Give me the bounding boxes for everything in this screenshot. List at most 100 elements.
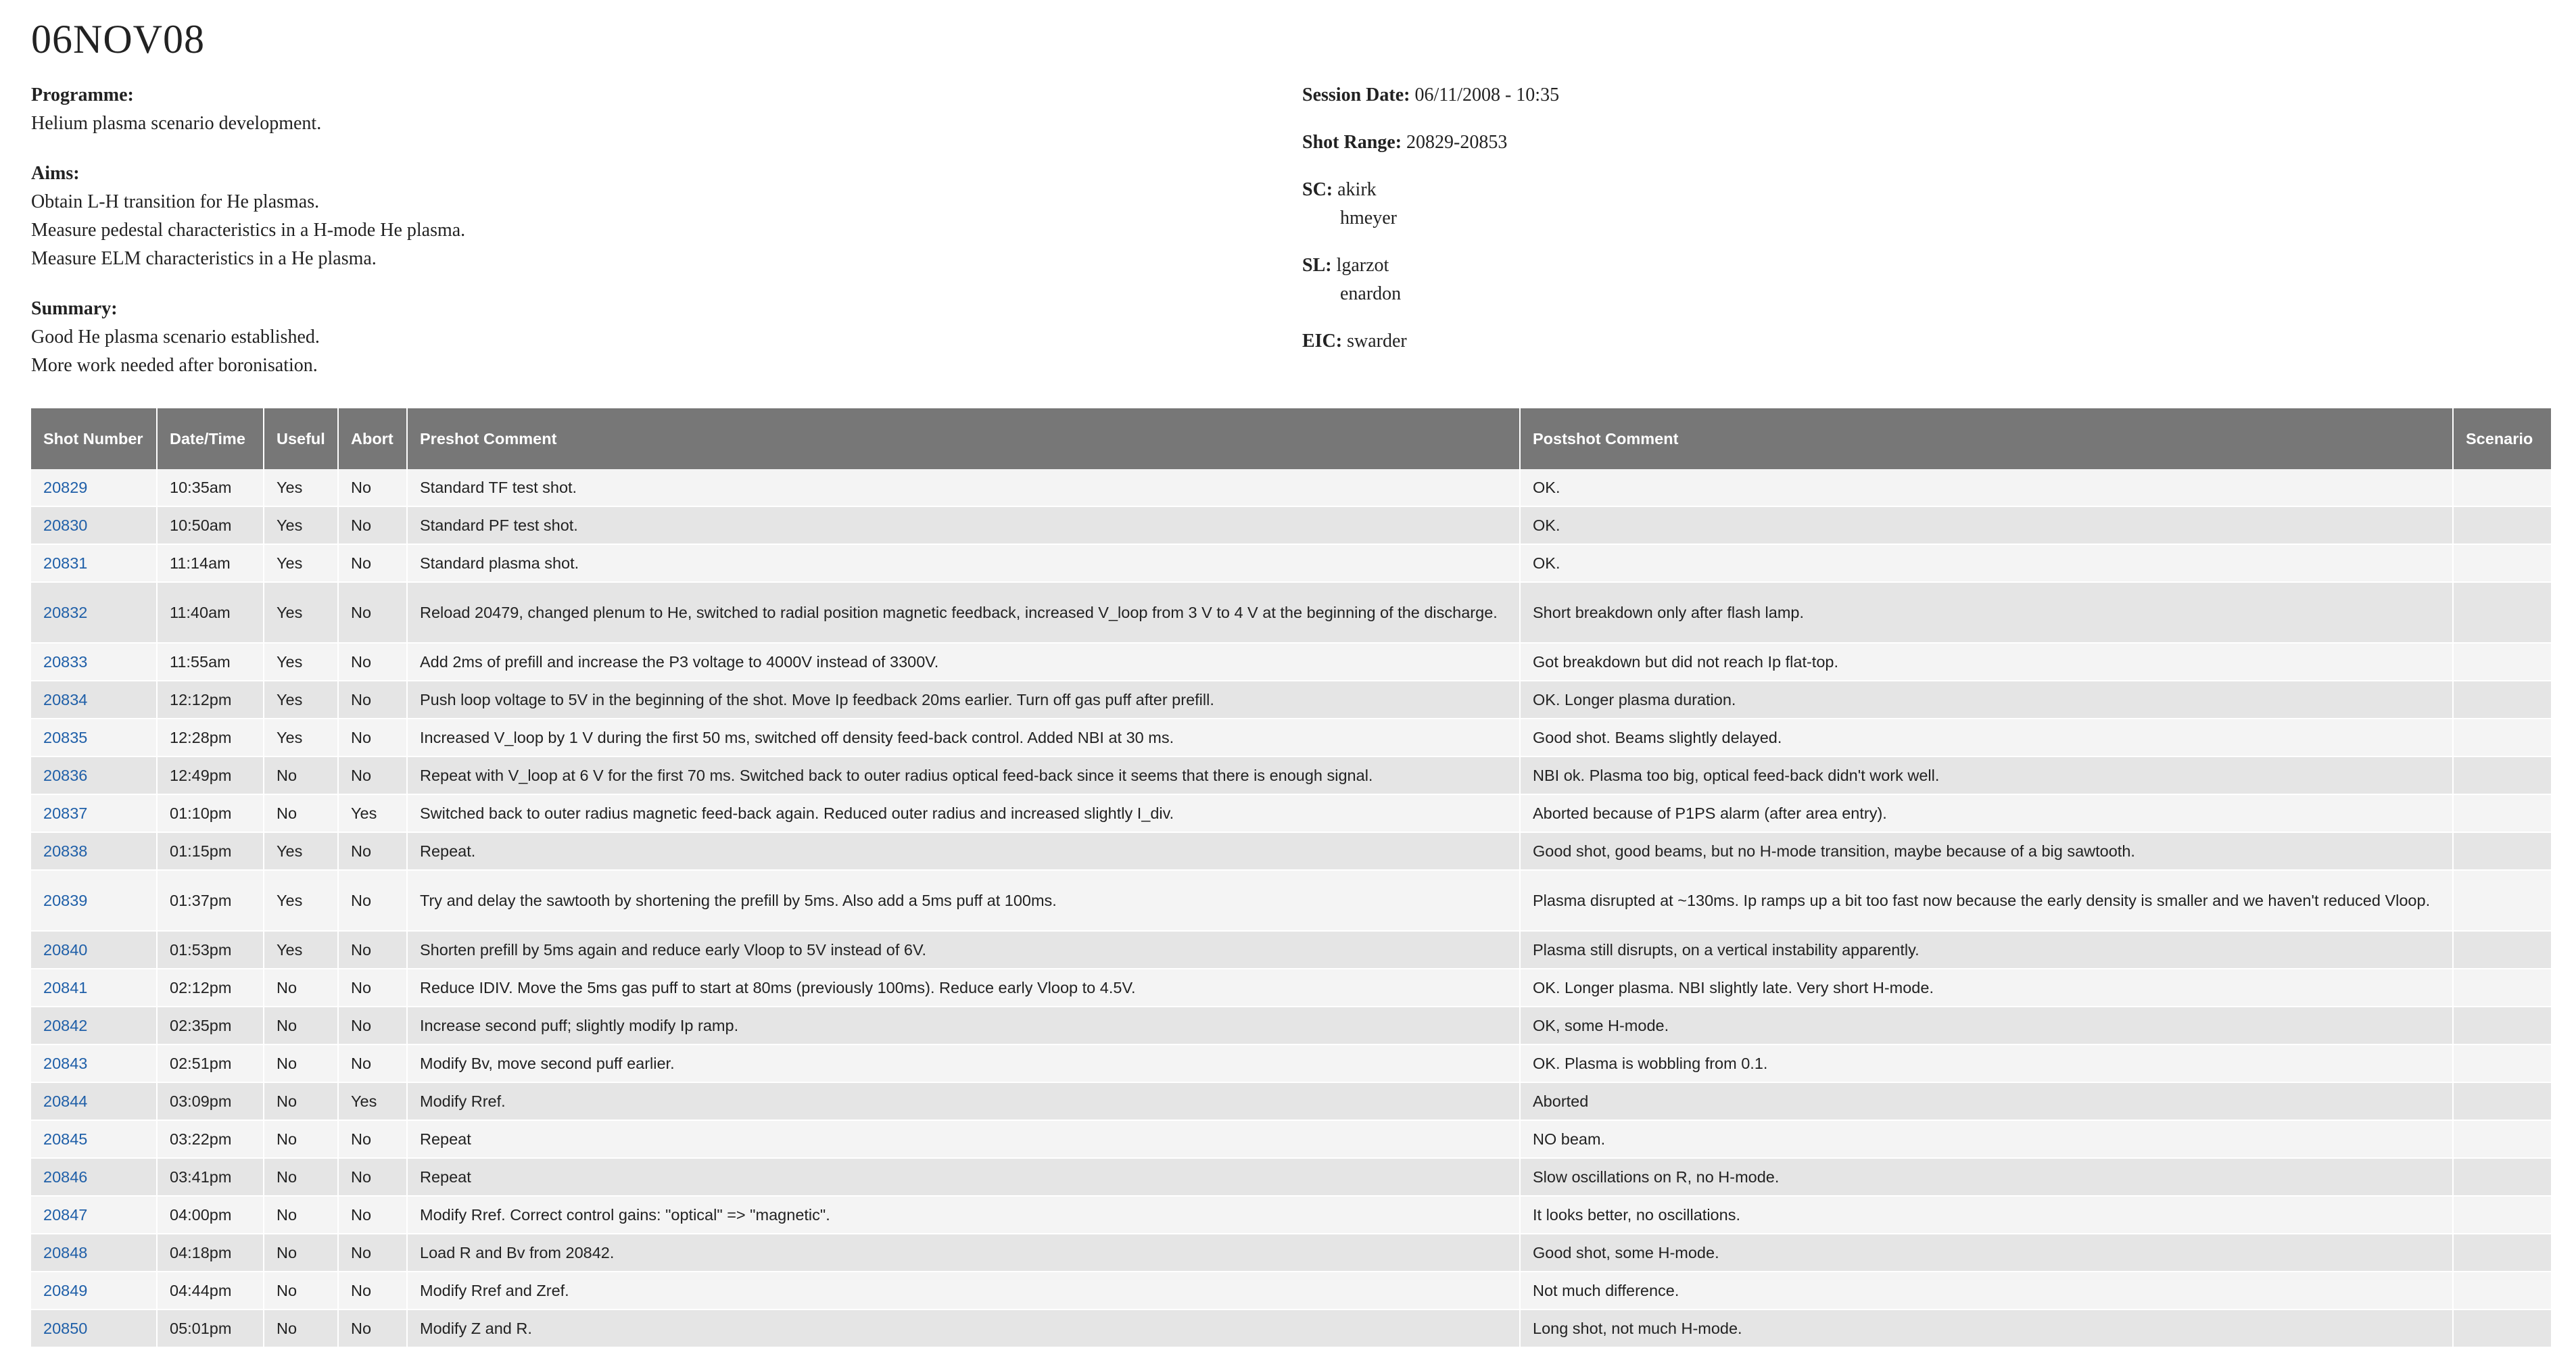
header-postshot-comment[interactable]: Postshot Comment bbox=[1520, 408, 2454, 469]
shot-number-link[interactable]: 20833 bbox=[43, 653, 87, 671]
preshot-comment-cell: Shorten prefill by 5ms again and reduce … bbox=[407, 931, 1521, 969]
shot-number-link[interactable]: 20844 bbox=[43, 1092, 87, 1110]
preshot-comment-cell: Reload 20479, changed plenum to He, swit… bbox=[407, 582, 1521, 644]
shot-number-cell: 20848 bbox=[31, 1234, 158, 1272]
shot-number-link[interactable]: 20835 bbox=[43, 729, 87, 746]
table-header-row: Shot Number Date/Time Useful Abort Presh… bbox=[31, 408, 2552, 469]
abort-cell: No bbox=[338, 681, 408, 719]
datetime-cell: 05:01pm bbox=[157, 1309, 264, 1348]
preshot-comment-cell: Reduce IDIV. Move the 5ms gas puff to st… bbox=[407, 969, 1521, 1007]
shot-number-link[interactable]: 20850 bbox=[43, 1320, 87, 1337]
shot-number-link[interactable]: 20848 bbox=[43, 1244, 87, 1261]
preshot-comment-cell: Standard TF test shot. bbox=[407, 469, 1521, 507]
scenario-cell bbox=[2453, 870, 2552, 932]
datetime-cell: 03:41pm bbox=[157, 1158, 264, 1197]
shot-number-link[interactable]: 20847 bbox=[43, 1206, 87, 1224]
datetime-cell: 11:14am bbox=[157, 544, 264, 583]
postshot-comment-cell: Aborted bbox=[1520, 1082, 2454, 1121]
postshot-comment-cell: NO beam. bbox=[1520, 1120, 2454, 1159]
shot-number-link[interactable]: 20849 bbox=[43, 1282, 87, 1299]
shot-number-link[interactable]: 20829 bbox=[43, 479, 87, 496]
aims-line: Measure pedestal characteristics in a H-… bbox=[31, 220, 466, 241]
shot-number-cell: 20834 bbox=[31, 681, 158, 719]
sl-row: SL: lgarzot enardon bbox=[1302, 251, 1559, 308]
abort-cell: No bbox=[338, 1044, 408, 1083]
useful-cell: Yes bbox=[264, 931, 339, 969]
postshot-comment-cell: Good shot, some H-mode. bbox=[1520, 1234, 2454, 1272]
datetime-cell: 12:12pm bbox=[157, 681, 264, 719]
summary-label: Summary: bbox=[31, 298, 118, 319]
header-preshot-comment[interactable]: Preshot Comment bbox=[407, 408, 1521, 469]
scenario-cell bbox=[2453, 506, 2552, 545]
header-abort[interactable]: Abort bbox=[338, 408, 408, 469]
postshot-comment-cell: Plasma still disrupts, on a vertical ins… bbox=[1520, 931, 2454, 969]
header-scenario[interactable]: Scenario bbox=[2453, 408, 2552, 469]
shot-number-link[interactable]: 20831 bbox=[43, 554, 87, 572]
datetime-cell: 04:44pm bbox=[157, 1272, 264, 1310]
useful-cell: No bbox=[264, 794, 339, 833]
header-useful[interactable]: Useful bbox=[264, 408, 339, 469]
postshot-comment-cell: Not much difference. bbox=[1520, 1272, 2454, 1310]
shot-number-link[interactable]: 20837 bbox=[43, 804, 87, 822]
aims-label: Aims: bbox=[31, 163, 80, 184]
abort-cell: No bbox=[338, 1196, 408, 1234]
abort-cell: No bbox=[338, 643, 408, 681]
scenario-cell bbox=[2453, 719, 2552, 757]
preshot-comment-cell: Increase second puff; slightly modify Ip… bbox=[407, 1007, 1521, 1045]
shot-number-link[interactable]: 20838 bbox=[43, 842, 87, 860]
postshot-comment-cell: OK. bbox=[1520, 506, 2454, 545]
shot-number-cell: 20847 bbox=[31, 1196, 158, 1234]
table-row: 20831 11:14am Yes No Standard plasma sho… bbox=[31, 544, 2552, 583]
datetime-cell: 03:09pm bbox=[157, 1082, 264, 1121]
session-date-value: 06/11/2008 - 10:35 bbox=[1414, 85, 1560, 105]
shot-number-link[interactable]: 20842 bbox=[43, 1017, 87, 1034]
useful-cell: No bbox=[264, 1309, 339, 1348]
table-row: 20839 01:37pm Yes No Try and delay the s… bbox=[31, 870, 2552, 932]
postshot-comment-cell: Aborted because of P1PS alarm (after are… bbox=[1520, 794, 2454, 833]
abort-cell: No bbox=[338, 1007, 408, 1045]
scenario-cell bbox=[2453, 643, 2552, 681]
session-info-left: Programme: Helium plasma scenario develo… bbox=[31, 81, 465, 402]
shot-number-link[interactable]: 20839 bbox=[43, 892, 87, 909]
table-row: 20832 11:40am Yes No Reload 20479, chang… bbox=[31, 582, 2552, 644]
shot-number-link[interactable]: 20834 bbox=[43, 691, 87, 708]
programme-block: Programme: Helium plasma scenario develo… bbox=[31, 81, 465, 138]
useful-cell: No bbox=[264, 1120, 339, 1159]
scenario-cell bbox=[2453, 1007, 2552, 1045]
datetime-cell: 02:51pm bbox=[157, 1044, 264, 1083]
table-row: 20849 04:44pm No No Modify Rref and Zref… bbox=[31, 1272, 2552, 1310]
shot-number-link[interactable]: 20843 bbox=[43, 1055, 87, 1072]
postshot-comment-cell: OK. Plasma is wobbling from 0.1. bbox=[1520, 1044, 2454, 1083]
shot-number-link[interactable]: 20830 bbox=[43, 516, 87, 534]
header-datetime[interactable]: Date/Time bbox=[157, 408, 264, 469]
preshot-comment-cell: Increased V_loop by 1 V during the first… bbox=[407, 719, 1521, 757]
header-shot-number[interactable]: Shot Number bbox=[31, 408, 158, 469]
useful-cell: No bbox=[264, 1082, 339, 1121]
preshot-comment-cell: Try and delay the sawtooth by shortening… bbox=[407, 870, 1521, 932]
shot-number-link[interactable]: 20845 bbox=[43, 1130, 87, 1148]
shot-number-link[interactable]: 20832 bbox=[43, 604, 87, 621]
postshot-comment-cell: Good shot, good beams, but no H-mode tra… bbox=[1520, 832, 2454, 871]
postshot-comment-cell: OK. bbox=[1520, 469, 2454, 507]
shot-number-link[interactable]: 20840 bbox=[43, 941, 87, 959]
abort-cell: Yes bbox=[338, 794, 408, 833]
session-date-row: Session Date: 06/11/2008 - 10:35 bbox=[1302, 81, 1559, 110]
abort-cell: No bbox=[338, 506, 408, 545]
shot-number-cell: 20838 bbox=[31, 832, 158, 871]
datetime-cell: 10:35am bbox=[157, 469, 264, 507]
shot-number-link[interactable]: 20841 bbox=[43, 979, 87, 996]
scenario-cell bbox=[2453, 794, 2552, 833]
abort-cell: No bbox=[338, 969, 408, 1007]
useful-cell: No bbox=[264, 756, 339, 795]
table-row: 20836 12:49pm No No Repeat with V_loop a… bbox=[31, 756, 2552, 795]
shot-number-cell: 20844 bbox=[31, 1082, 158, 1121]
shot-number-link[interactable]: 20846 bbox=[43, 1168, 87, 1186]
scenario-cell bbox=[2453, 1309, 2552, 1348]
shot-number-link[interactable]: 20836 bbox=[43, 767, 87, 784]
sc-row: SC: akirk hmeyer bbox=[1302, 176, 1559, 233]
datetime-cell: 01:15pm bbox=[157, 832, 264, 871]
aims-line: Measure ELM characteristics in a He plas… bbox=[31, 248, 377, 269]
preshot-comment-cell: Standard PF test shot. bbox=[407, 506, 1521, 545]
summary-block: Summary: Good He plasma scenario establi… bbox=[31, 295, 465, 380]
eic-row: EIC: swarder bbox=[1302, 327, 1559, 356]
